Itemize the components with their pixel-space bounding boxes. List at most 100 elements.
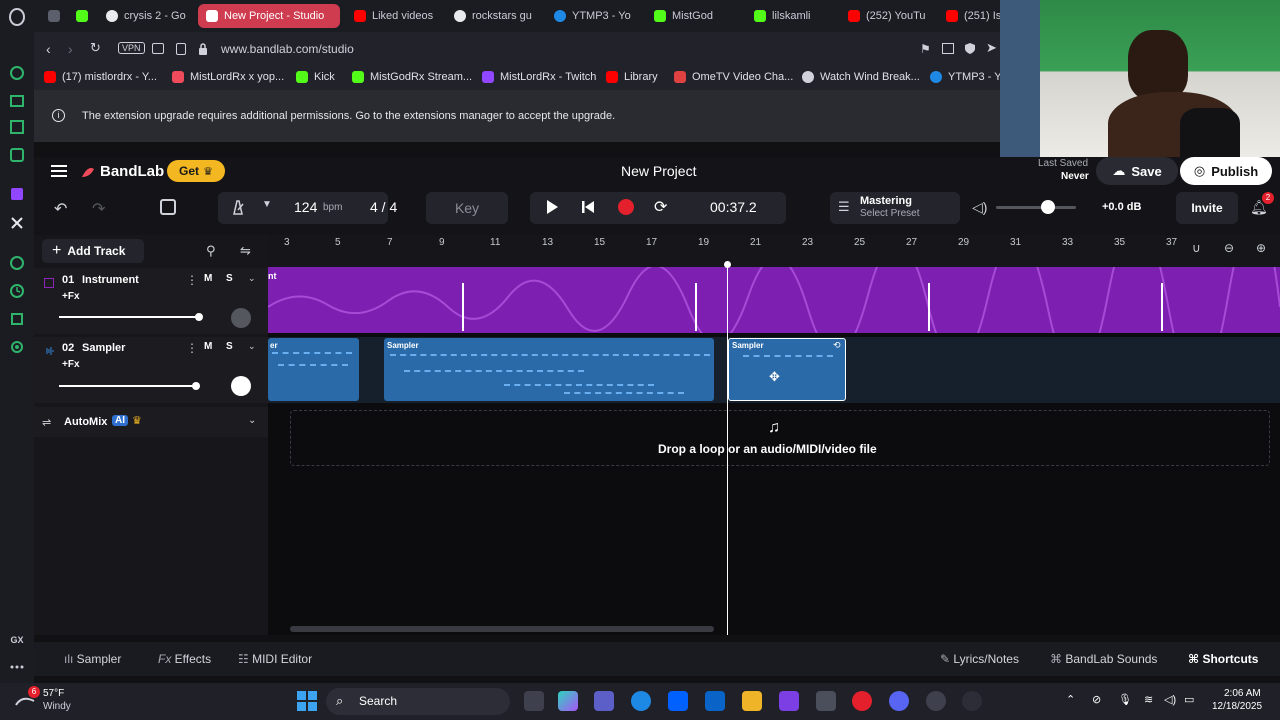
tab-3[interactable]: New Project - Studio (198, 4, 340, 28)
record-icon[interactable] (618, 199, 634, 215)
teams-icon[interactable] (594, 691, 614, 711)
clipchamp-icon[interactable] (779, 691, 799, 711)
print-icon[interactable] (176, 43, 186, 55)
tab-6[interactable]: YTMP3 - Yo (546, 4, 640, 28)
sampler-clip[interactable]: Sampler (384, 338, 714, 401)
send-icon[interactable]: ➤ (986, 40, 997, 56)
add-track-button[interactable]: + Add Track (42, 239, 144, 263)
bookmark-item[interactable]: MistLordRx - Twitch (482, 71, 596, 83)
clock-time[interactable]: 2:06 AM (1224, 688, 1261, 699)
outlook-icon[interactable] (705, 691, 725, 711)
player-icon[interactable] (8, 254, 26, 272)
tab-1[interactable] (68, 4, 96, 28)
url-input[interactable]: www.bandlab.com/studio (221, 42, 354, 56)
tab-4[interactable]: Liked videos (346, 4, 442, 28)
volume-knob[interactable] (195, 313, 203, 321)
pin-icon[interactable]: ⚑ (920, 42, 931, 56)
wifi-icon[interactable]: ≋ (1144, 693, 1153, 706)
bookmark-item[interactable]: Watch Wind Break... (802, 71, 920, 83)
bookmark-item[interactable]: MistGodRx Stream... (352, 71, 472, 83)
track-name[interactable]: Sampler (82, 342, 125, 354)
speed-dial-icon[interactable] (8, 64, 26, 82)
menu-icon[interactable] (50, 164, 68, 178)
redo-icon[interactable]: ↷ (92, 199, 105, 219)
edge-icon[interactable] (631, 691, 651, 711)
settings-icon[interactable] (8, 338, 26, 356)
reload-icon[interactable]: ↻ (90, 40, 101, 56)
shortcuts-button[interactable]: ⌘ Shortcuts (1188, 652, 1258, 666)
tab-10[interactable]: (251) Is (938, 4, 1000, 28)
file-explorer-icon[interactable] (742, 691, 762, 711)
solo-button[interactable]: S (226, 341, 233, 352)
bpm-value[interactable]: 124 (294, 199, 317, 215)
tab-9[interactable]: (252) YouTu (840, 4, 930, 28)
timeline-ruler[interactable]: 3 5 7 9 11 13 15 17 19 21 23 25 27 29 31… (268, 235, 1280, 267)
pan-knob[interactable] (231, 376, 251, 396)
volume-slider[interactable] (59, 316, 201, 318)
twitch-icon[interactable] (8, 186, 26, 204)
media-player-icon[interactable] (962, 691, 982, 711)
bookmark-item[interactable]: (17) mistlordrx - Y... (44, 71, 157, 83)
zoom-in-icon[interactable]: ⊕ (1256, 241, 1266, 255)
sampler-clip-selected[interactable]: Sampler ⟲ ✥ (728, 338, 846, 401)
master-volume-slider[interactable] (996, 206, 1076, 209)
master-volume-knob[interactable] (1041, 200, 1055, 214)
skip-back-icon[interactable] (580, 199, 596, 215)
magnet-icon[interactable]: ∪ (1192, 241, 1201, 255)
dropbox-icon[interactable] (668, 691, 688, 711)
network-off-icon[interactable]: ⊘ (1092, 693, 1101, 706)
undo-icon[interactable]: ↶ (54, 199, 67, 219)
horizontal-scrollbar[interactable] (290, 626, 714, 632)
track-name[interactable]: Instrument (82, 274, 139, 286)
solo-button[interactable]: S (226, 273, 233, 284)
camera-icon[interactable] (816, 691, 836, 711)
bookmark-item[interactable]: Library (606, 71, 658, 83)
extensions-icon[interactable] (8, 310, 26, 328)
track-settings-icon[interactable]: ⇋ (240, 243, 251, 259)
loop-icon[interactable]: ⟳ (654, 197, 667, 217)
instrument-region[interactable]: nt (268, 267, 1280, 333)
gx-player-icon[interactable] (8, 146, 26, 164)
playhead[interactable] (727, 263, 728, 635)
time-signature[interactable]: 4 / 4 (370, 199, 397, 215)
project-title[interactable]: New Project (621, 163, 696, 179)
bookmark-item[interactable]: Kick (296, 71, 335, 83)
task-view-icon[interactable] (524, 691, 544, 711)
volume-slider[interactable] (59, 385, 199, 387)
copilot-icon[interactable] (558, 691, 578, 711)
search-box[interactable] (326, 688, 510, 715)
kebab-menu-icon[interactable]: ⋮ (186, 341, 198, 355)
screenshot-icon[interactable] (942, 43, 954, 54)
forward-icon[interactable]: › (68, 41, 73, 57)
clock-date[interactable]: 12/18/2025 (1212, 701, 1262, 712)
history-icon[interactable] (8, 282, 26, 300)
bookmark-item[interactable]: MistLordRx x yop... (172, 71, 284, 83)
windows-start-icon[interactable] (297, 691, 317, 711)
chevron-down-icon[interactable]: ⌄ (248, 273, 256, 284)
bookmark-item[interactable]: YTMP3 - Yo (930, 71, 1007, 83)
opera-gx-taskbar-icon[interactable] (852, 691, 872, 711)
save-button[interactable]: ☁ Save (1096, 157, 1178, 185)
mute-button[interactable]: M (204, 341, 212, 352)
playhead-handle[interactable] (724, 261, 731, 268)
gx-control-icon[interactable] (8, 92, 26, 110)
mute-button[interactable]: M (204, 273, 212, 284)
more-icon[interactable] (8, 658, 26, 676)
sampler-tab[interactable]: ılı Sampler (64, 652, 121, 666)
bandlab-sounds-button[interactable]: ⌘ BandLab Sounds (1050, 652, 1157, 666)
add-fx-button[interactable]: +Fx (62, 359, 80, 370)
discord-icon[interactable] (889, 691, 909, 711)
chevron-down-icon[interactable]: ⌄ (248, 341, 256, 352)
kebab-menu-icon[interactable]: ⋮ (186, 273, 198, 287)
speaker-icon[interactable]: ◁) (972, 199, 987, 216)
bookmark-item[interactable]: OmeTV Video Cha... (674, 71, 793, 83)
gx-corner-icon[interactable] (8, 118, 26, 136)
battery-icon[interactable]: ▭ (1184, 693, 1194, 706)
metronome-icon[interactable] (230, 199, 246, 215)
zoom-out-icon[interactable]: ⊖ (1224, 241, 1234, 255)
microphone-icon[interactable]: 🎙︎ (1118, 693, 1132, 706)
back-icon[interactable]: ‹ (46, 41, 51, 57)
chevron-down-icon[interactable]: ⌄ (248, 415, 256, 426)
chevron-up-icon[interactable]: ⌃ (1066, 693, 1075, 706)
key-button[interactable]: Key (426, 192, 508, 224)
